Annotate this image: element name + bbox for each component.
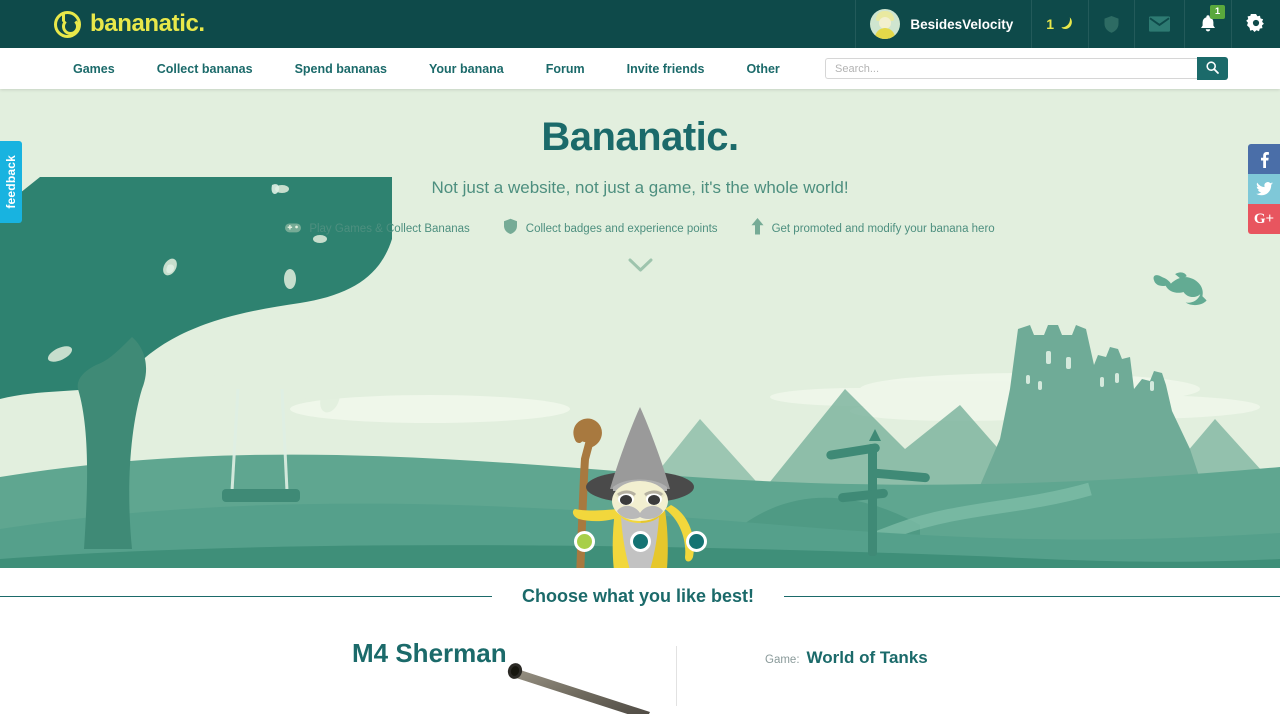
twitter-icon[interactable] [1248,174,1280,204]
search-bar [825,57,1228,80]
shield-icon [503,218,518,240]
notification-badge: 1 [1210,5,1225,19]
carousel-dot-2[interactable] [629,531,651,552]
tank-barrel-image [500,654,670,720]
section-title: Choose what you like best! [521,585,755,606]
topbar-right-group: BesidesVelocity 1 1 [855,0,1280,48]
chevron-down-icon [628,258,653,278]
page-title: Bananatic. [541,115,739,159]
search-input[interactable] [825,58,1197,79]
hero-feature-get-promoted: Get promoted and modify your banana hero [751,218,995,240]
gamepad-icon [285,220,302,239]
nav-item-spend-bananas[interactable]: Spend bananas [274,62,408,76]
hero-content: Bananatic. Not just a website, not just … [0,117,1280,278]
nav-items-group: Games Collect bananas Spend bananas Your… [0,62,801,76]
hero-subtitle: Not just a website, not just a game, it'… [431,178,849,197]
envelope-icon[interactable] [1134,0,1184,48]
shield-icon[interactable] [1088,0,1134,48]
game-card[interactable]: M4 Sherman Game: World of Tanks [0,624,1280,720]
choose-section-header: Choose what you like best! [0,568,1280,624]
game-item-title: M4 Sherman [352,638,507,668]
nav-item-forum[interactable]: Forum [525,62,606,76]
google-plus-glyph: G+ [1253,210,1275,227]
game-name[interactable]: World of Tanks [807,648,928,668]
feedback-label: feedback [4,155,18,209]
brand-logo[interactable]: bananatic. [0,10,205,38]
scroll-down-button[interactable] [0,258,1280,278]
social-share-bar: G+ [1248,144,1280,234]
banana-count-value: 1 [1046,16,1054,32]
search-icon [1206,60,1219,77]
feedback-tab[interactable]: feedback [0,141,22,223]
hero-feature-collect-badges: Collect badges and experience points [503,218,718,240]
hero-feature-label: Collect badges and experience points [525,223,718,235]
hero-features: Play Games & Collect Bananas Collect bad… [0,218,1280,240]
game-label: Game: [765,654,800,666]
gear-icon[interactable] [1231,0,1280,48]
bananatic-logo-icon [54,10,81,38]
hero-feature-label: Get promoted and modify your banana hero [771,223,995,235]
top-bar: bananatic. BesidesVelocity 1 1 [0,0,1280,48]
divider-right [784,595,1280,597]
divider-left [0,595,492,597]
main-navigation: Games Collect bananas Spend bananas Your… [0,48,1280,89]
hero-feature-play-games: Play Games & Collect Bananas [285,220,470,239]
carousel-dot-3[interactable] [685,531,707,552]
nav-item-other[interactable]: Other [725,62,800,76]
nav-item-games[interactable]: Games [52,62,136,76]
arrow-up-icon [751,218,764,240]
card-divider [676,646,677,706]
brand-name: bananatic. [90,10,205,37]
banana-icon [1059,15,1074,33]
google-plus-icon[interactable]: G+ [1248,204,1280,234]
game-meta: Game: World of Tanks [765,648,928,668]
username-label: BesidesVelocity [910,16,1014,32]
carousel-dots [0,531,1280,552]
facebook-icon[interactable] [1248,144,1280,174]
bell-icon[interactable]: 1 [1184,0,1231,48]
carousel-dot-1[interactable] [573,531,595,552]
nav-item-invite-friends[interactable]: Invite friends [606,62,726,76]
search-button[interactable] [1197,57,1228,80]
hero-banner: Bananatic. Not just a website, not just … [0,89,1280,568]
nav-item-collect-bananas[interactable]: Collect bananas [136,62,274,76]
avatar [870,9,901,39]
hero-feature-label: Play Games & Collect Bananas [309,223,470,235]
nav-item-your-banana[interactable]: Your banana [408,62,525,76]
user-account-button[interactable]: BesidesVelocity [855,0,1031,48]
banana-balance[interactable]: 1 [1031,0,1088,48]
